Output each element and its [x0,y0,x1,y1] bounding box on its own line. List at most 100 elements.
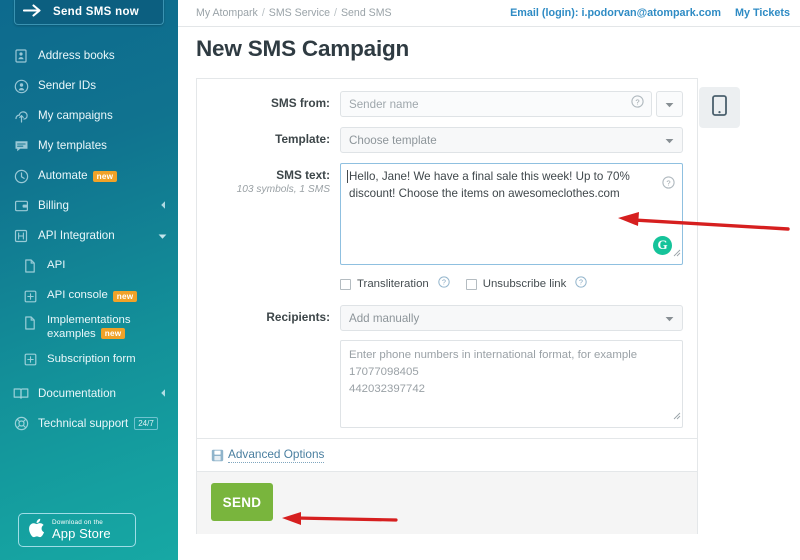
sidebar-item-my-campaigns[interactable]: My campaigns [0,101,178,131]
transliteration-label: Transliteration [357,278,429,290]
sidebar-item-api-integration[interactable]: API Integration [0,221,178,251]
send-sms-now-label: Send SMS now [53,5,140,18]
chevron-left-icon[interactable] [160,200,166,213]
breadcrumb-item-send-sms[interactable]: Send SMS [341,7,392,19]
options-checkbox-row: Transliteration ? Unsubscribe link ? [197,275,697,293]
caret-down-icon [665,95,674,113]
document-icon [22,315,38,331]
campaign-upload-icon [13,108,29,124]
sidebar-item-address-books[interactable]: Address books [0,41,178,71]
advanced-options-icon [211,449,224,462]
apple-icon [28,518,45,543]
breadcrumb-item-my-atompark[interactable]: My Atompark [196,7,258,19]
breadcrumb-item-sms-service[interactable]: SMS Service [269,7,330,19]
sms-from-input[interactable]: Sender name ? [340,91,652,117]
account-email-label[interactable]: Email (login): i.podorvan@atompark.com [510,7,721,19]
clock-automate-icon [13,168,29,184]
sidebar-item-technical-support[interactable]: Technical support 24/7 [0,409,178,439]
form-row-template: Template: Choose template [197,127,697,153]
textarea-resize-handle[interactable] [672,409,681,426]
form-row-sms-from: SMS from: Sender name ? [197,91,697,117]
sidebar-item-billing[interactable]: Billing [0,191,178,221]
send-sms-now-container: Send SMS now [0,0,178,25]
sidebar-item-label: Technical support [38,416,129,430]
sidebar-item-subscription-form[interactable]: Subscription form [0,345,178,375]
mobile-phone-icon [712,94,727,121]
advanced-options-row[interactable]: Advanced Options [197,438,697,471]
chat-template-icon [13,138,29,154]
document-icon [22,258,38,274]
sms-from-dropdown-button[interactable] [656,91,683,117]
sms-from-combo: Sender name ? [340,91,683,117]
sidebar-item-documentation[interactable]: Documentation [0,379,178,409]
sidebar-item-api[interactable]: API [0,251,178,281]
sidebar-item-implementations-examples[interactable]: Implementations examples new [0,311,178,345]
app-store-button[interactable]: Download on the App Store [18,513,136,547]
send-sms-now-button[interactable]: Send SMS now [14,0,164,25]
app-root: Send SMS now Address books Sender IDs My… [0,0,800,560]
send-row: SEND [197,471,697,534]
caret-down-icon [665,309,674,327]
question-mark-icon[interactable]: ? [438,275,450,293]
form-body: SMS from: Sender name ? Template: Choose… [197,79,697,438]
sidebar-item-label: API Integration [38,228,115,242]
sms-from-label: SMS from: [271,96,330,110]
form-plus-icon [22,352,38,368]
template-label: Template: [275,132,330,146]
app-store-container: Download on the App Store [18,513,136,547]
api-integration-icon [13,228,29,244]
sidebar-item-my-templates[interactable]: My templates [0,131,178,161]
caret-down-icon [665,131,674,149]
unsubscribe-link-checkbox[interactable] [465,278,477,290]
transliteration-checkbox[interactable] [340,278,351,290]
arrow-right-icon [22,3,43,20]
sms-text-field-wrap: Hello, Jane! We have a final sale this w… [340,163,683,265]
breadcrumb-separator: / [334,7,337,19]
badge-new: new [92,170,118,182]
sidebar: Send SMS now Address books Sender IDs My… [0,0,178,560]
question-mark-icon[interactable]: ? [662,176,675,195]
phone-preview-tab[interactable] [699,87,740,128]
sidebar-item-api-console[interactable]: API console new [0,281,178,311]
recipients-label: Recipients: [266,310,330,324]
sidebar-item-label: Address books [38,48,115,62]
recipients-select[interactable]: Add manually [340,305,683,331]
new-sms-campaign-form: SMS from: Sender name ? Template: Choose… [196,78,698,534]
phone-numbers-placeholder: Enter phone numbers in international for… [349,349,638,395]
breadcrumb-separator: / [261,7,265,19]
sms-text-textarea[interactable]: Hello, Jane! We have a final sale this w… [340,163,683,265]
wallet-billing-icon [13,198,29,214]
svg-text:?: ? [635,97,639,106]
my-tickets-link[interactable]: My Tickets [735,7,790,19]
chevron-down-icon[interactable] [158,230,167,243]
unsubscribe-link-label: Unsubscribe link [482,278,567,290]
sms-text-value: Hello, Jane! We have a final sale this w… [349,170,630,200]
sender-id-icon [13,78,29,94]
textarea-resize-handle[interactable] [672,246,681,263]
phone-numbers-textarea[interactable]: Enter phone numbers in international for… [340,340,683,428]
question-mark-icon[interactable]: ? [631,95,644,113]
sms-text-label: SMS text: 103 symbols, 1 SMS [197,163,340,195]
sidebar-item-sender-ids[interactable]: Sender IDs [0,71,178,101]
grammarly-glyph: G [657,237,668,253]
address-book-icon [13,48,29,64]
sidebar-item-label: Sender IDs [38,78,96,92]
sms-text-counter: 103 symbols, 1 SMS [236,184,330,195]
sidebar-nav: Address books Sender IDs My campaigns My… [0,41,178,439]
template-select[interactable]: Choose template [340,127,683,153]
sidebar-item-label: Automate [38,168,88,182]
send-button[interactable]: SEND [211,483,273,521]
question-mark-icon[interactable]: ? [575,275,588,293]
sidebar-item-label: Subscription form [47,352,136,365]
badge-new: new [100,327,126,339]
grammarly-icon[interactable]: G [653,236,672,255]
sidebar-item-label: API [47,259,66,272]
book-icon [13,386,29,402]
advanced-options-label: Advanced Options [228,447,325,463]
sidebar-item-label: Billing [38,198,69,212]
chevron-left-icon[interactable] [160,387,166,400]
lifebuoy-icon [13,416,29,432]
form-row-sms-text: SMS text: 103 symbols, 1 SMS Hello, Jane… [197,163,697,265]
sidebar-item-automate[interactable]: Automate new [0,161,178,191]
recipients-field-wrap: Add manually Enter phone numbers in inte… [340,305,683,428]
